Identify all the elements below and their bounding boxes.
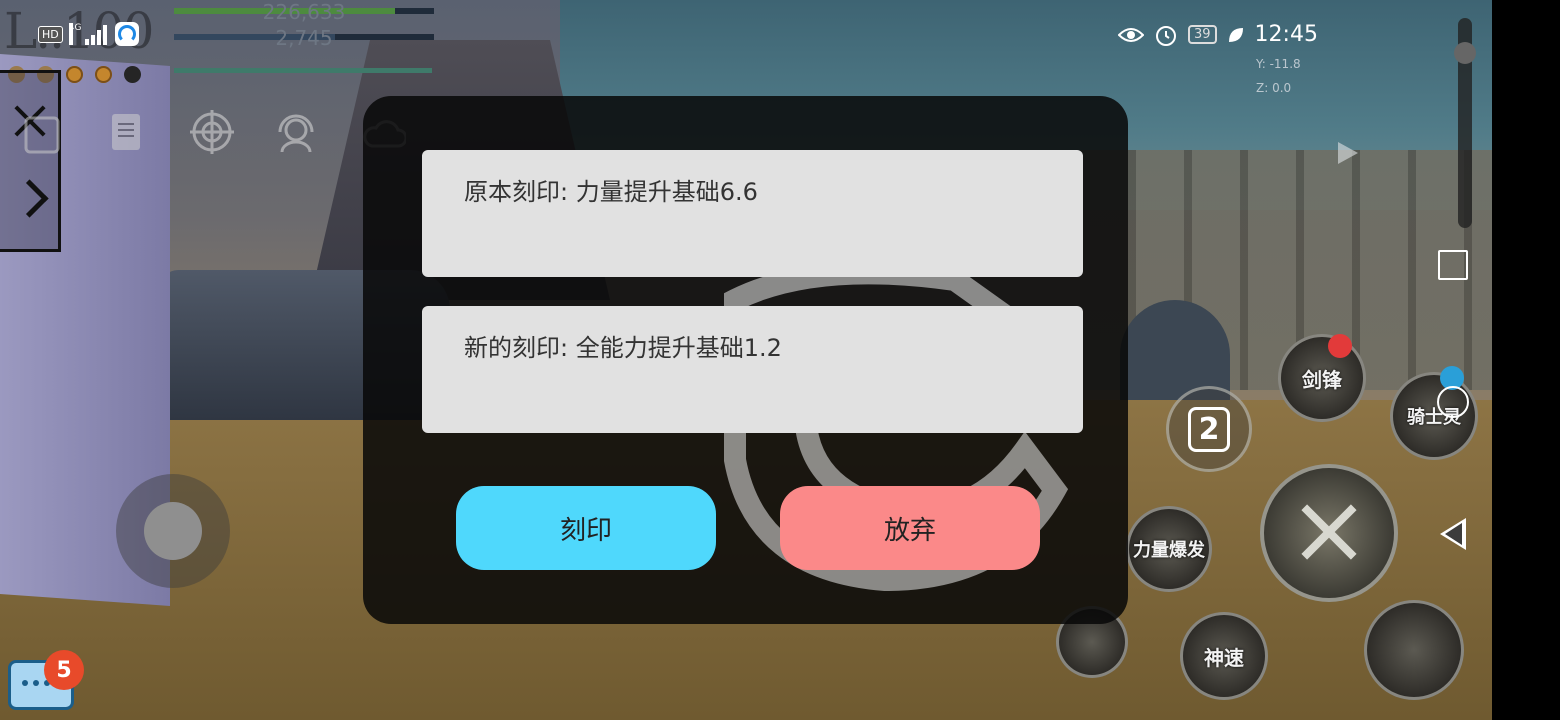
android-nav-bar [1492,0,1560,720]
attack-button[interactable] [1260,464,1398,602]
abandon-button[interactable]: 放弃 [780,486,1040,570]
signal-icon: 4G [68,23,109,45]
recent-apps-button[interactable] [1438,250,1468,280]
support-headset-icon[interactable] [274,110,318,154]
app-icon [114,22,139,46]
battery-icon: 39 [1188,25,1217,44]
side-panel [0,70,61,252]
engrave-button-label: 刻印 [559,515,612,546]
hp-bar: 226,633 [174,0,434,24]
original-engraving-text: 原本刻印: 力量提升基础6.6 [464,178,758,206]
back-button[interactable] [1440,518,1466,550]
cursor-arrow-icon [1338,142,1358,164]
exp-bar [174,68,432,73]
skill-knight-button[interactable]: 骑士灵 [1390,372,1478,460]
home-button[interactable] [1437,386,1469,418]
quick-slot-button[interactable]: 2 [1166,386,1252,472]
chevron-right-icon[interactable] [10,179,49,218]
target-icon[interactable] [190,110,234,154]
buff-dot [66,66,83,83]
clock: 12:45 [1254,22,1318,47]
buff-dot [124,66,141,83]
hp-value: 226,633 [262,0,346,24]
zoom-slider-thumb[interactable] [1454,42,1476,64]
skill-speed-label: 神速 [1204,645,1244,670]
mp-value: 2,745 [275,26,333,50]
scroll-icon[interactable] [104,110,148,154]
buff-dot [95,66,112,83]
unread-badge: 5 [44,650,84,690]
new-engraving-text: 新的刻印: 全能力提升基础1.2 [464,334,782,362]
phone-status-icons: HD 4G [38,22,139,46]
joystick-knob[interactable] [144,502,202,560]
original-engraving-box: 原本刻印: 力量提升基础6.6 [422,150,1083,277]
skill-burst-button[interactable]: 力量爆发 [1126,506,1212,592]
skill-speed-button[interactable]: 神速 [1180,612,1268,700]
new-engraving-box: 新的刻印: 全能力提升基础1.2 [422,306,1083,433]
coordinates-readout: Y: -11.8 Z: 0.0 [1256,52,1301,100]
hd-badge: HD [38,25,63,43]
quick-slot-number: 2 [1187,406,1231,452]
eye-icon [1118,27,1144,42]
system-status-bar: 39 12:45 [1118,22,1318,47]
leaf-icon [1228,27,1243,42]
chat-bubble-icon [22,680,50,686]
skill-dash-button[interactable] [1364,600,1464,700]
network-type: 4G [68,23,81,45]
skill-burst-label: 力量爆发 [1133,540,1205,561]
coord-y: Y: -11.8 [1256,57,1301,71]
alarm-icon [1156,25,1176,46]
red-potion-icon [1328,334,1352,358]
skill-sword-button[interactable]: 剑锋 [1278,334,1366,422]
engrave-button[interactable]: 刻印 [456,486,716,570]
coord-z: Z: 0.0 [1256,81,1292,95]
abandon-button-label: 放弃 [883,515,936,546]
skill-sword-label: 剑锋 [1302,367,1342,392]
mp-bar: 2,745 [174,26,434,50]
stat-bars: 226,633 2,745 [174,0,434,60]
phone-icon[interactable] [20,112,64,156]
